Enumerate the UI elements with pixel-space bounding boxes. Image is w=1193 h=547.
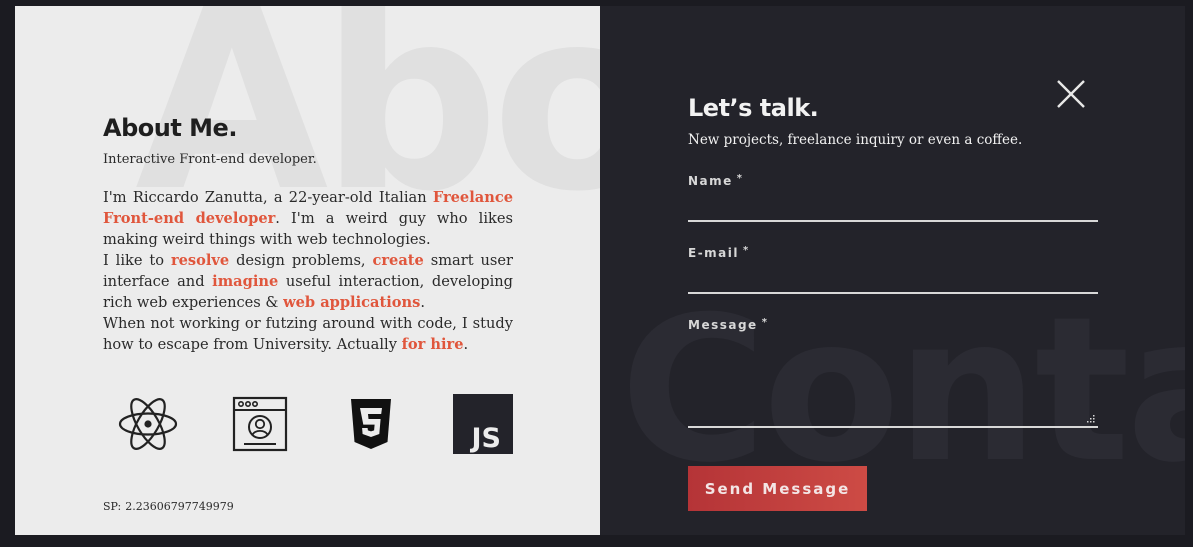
bio-highlight: resolve <box>170 252 230 269</box>
bio-highlight: for hire <box>401 336 464 353</box>
contact-title: Let’s talk. <box>688 94 819 122</box>
bio-text: I'm Riccardo Zanutta, a 22-year-old Ital… <box>103 189 433 206</box>
name-input[interactable] <box>688 188 1098 222</box>
contact-content: Let’s talk. New projects, freelance inqu… <box>688 94 1098 428</box>
bio-paragraph-2: I like to resolve design problems, creat… <box>103 250 513 313</box>
react-icon <box>118 394 178 454</box>
email-input[interactable] <box>688 260 1098 294</box>
send-message-button[interactable]: Send Message <box>688 466 867 511</box>
javascript-icon: JS <box>452 394 513 454</box>
email-label-text: E-mail <box>688 246 740 260</box>
bio-text: I like to <box>103 252 171 269</box>
js-label: JS <box>469 423 501 454</box>
bio-paragraph-3: When not working or futzing around with … <box>103 313 513 355</box>
name-field-group: Name * <box>688 173 1098 222</box>
bio-highlight: web applications <box>283 294 421 311</box>
bio-text: . <box>463 336 469 353</box>
sp-label: SP: <box>103 500 122 513</box>
resize-grip-icon[interactable] <box>1087 415 1095 423</box>
tech-icons: JS <box>118 394 513 454</box>
required-mark: * <box>743 245 750 256</box>
name-label-text: Name <box>688 174 733 188</box>
bio-highlight: create <box>372 252 424 269</box>
about-title: About Me. <box>103 114 237 142</box>
name-label: Name * <box>688 173 1098 188</box>
contact-panel: Conta Let’s talk. New projects, freelanc… <box>600 6 1185 535</box>
sp-value: 2.23606797749979 <box>125 500 234 513</box>
message-field-group: Message * <box>688 317 1098 428</box>
message-label: Message * <box>688 317 1098 332</box>
bio-highlight: imagine <box>212 273 279 290</box>
about-content: About Me. Interactive Front-end develope… <box>103 114 513 355</box>
web-profile-icon <box>230 394 290 454</box>
sp-readout: SP: 2.23606797749979 <box>103 500 234 513</box>
email-label: E-mail * <box>688 245 1098 260</box>
about-bio: I'm Riccardo Zanutta, a 22-year-old Ital… <box>103 187 513 355</box>
about-subtitle: Interactive Front-end developer. <box>103 152 317 167</box>
required-mark: * <box>736 173 744 184</box>
modal-frame: Abou About Me. Interactive Front-end dev… <box>15 6 1185 535</box>
email-field-group: E-mail * <box>688 245 1098 294</box>
contact-tagline: New projects, freelance inquiry or even … <box>688 132 1023 148</box>
bio-text: . <box>420 294 425 311</box>
required-mark: * <box>761 317 769 328</box>
message-textarea[interactable] <box>688 332 1098 428</box>
about-panel: Abou About Me. Interactive Front-end dev… <box>15 6 600 535</box>
css3-icon <box>341 394 401 454</box>
message-label-text: Message <box>688 318 758 332</box>
bio-text: design problems, <box>229 252 373 269</box>
bio-paragraph-1: I'm Riccardo Zanutta, a 22-year-old Ital… <box>103 187 513 250</box>
